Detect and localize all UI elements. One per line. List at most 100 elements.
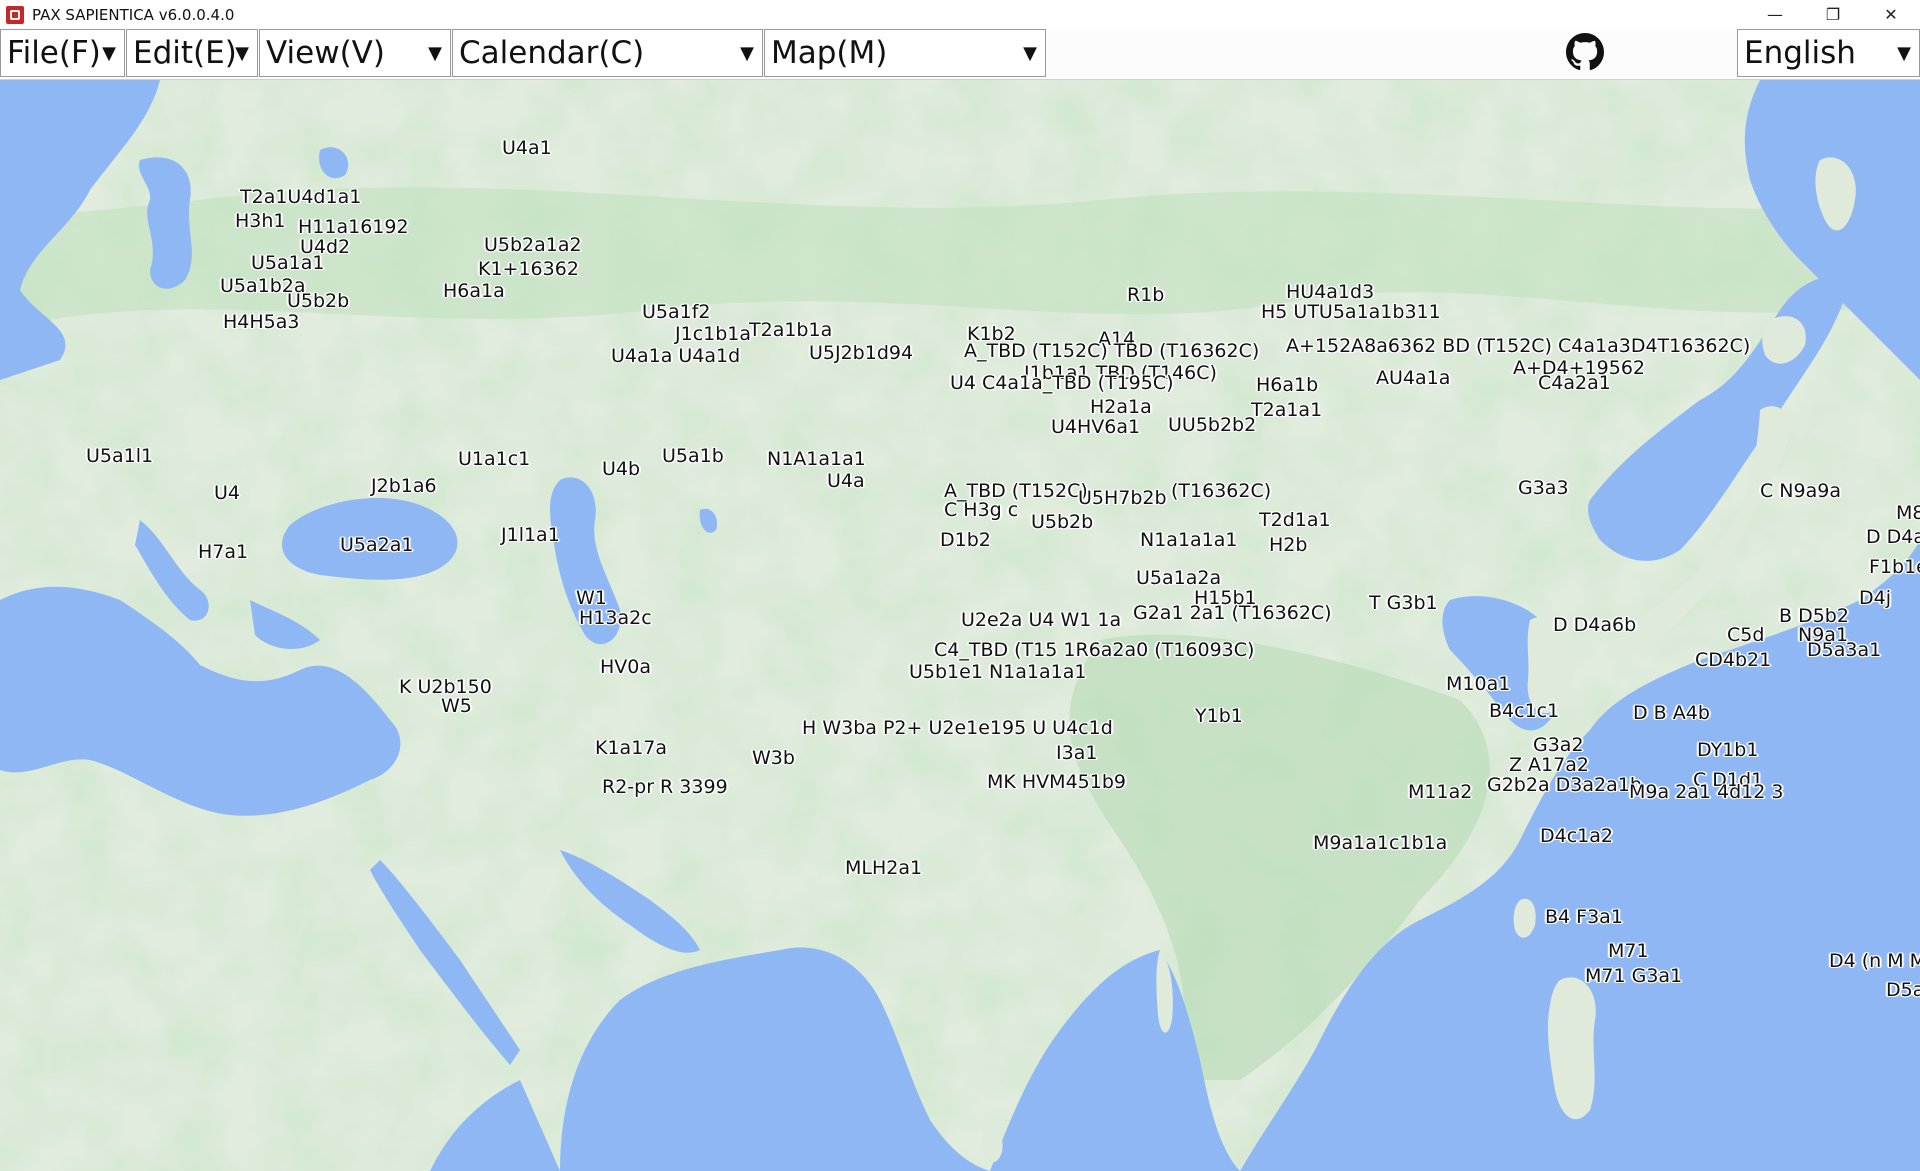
close-icon[interactable]: ✕ — [1862, 0, 1920, 29]
haplogroup-label: MLH2a1 — [845, 857, 923, 879]
haplogroup-label: D4 (n M M7a1 1, h, o) — [1829, 950, 1920, 972]
haplogroup-label: Y1b1 — [1195, 705, 1243, 727]
menu-bar: File(F) ▼ Edit(E) ▼ View(V) ▼ Calendar(C… — [0, 29, 1920, 80]
haplogroup-label: HU4a1d3 — [1286, 281, 1375, 303]
minimize-icon[interactable]: — — [1746, 0, 1804, 29]
haplogroup-label: D4j — [1859, 587, 1891, 609]
restore-icon[interactable]: ❐ — [1804, 0, 1862, 29]
chevron-down-icon: ▼ — [1023, 43, 1037, 64]
haplogroup-label: U4a — [827, 470, 865, 492]
haplogroup-label: T G3b1 — [1369, 592, 1438, 614]
haplogroup-label: F1b1e — [1869, 556, 1920, 578]
haplogroup-label: U5a1l1 — [86, 445, 154, 467]
haplogroup-label: MK HVM451b9 — [987, 771, 1126, 793]
haplogroup-label: HV0a — [600, 656, 652, 678]
haplogroup-label: M11a2 — [1408, 781, 1473, 803]
haplogroup-label: (T16362C) — [1171, 480, 1272, 502]
haplogroup-label: D D4a6b — [1553, 614, 1637, 636]
haplogroup-label: T2d1a1 — [1259, 509, 1331, 531]
haplogroup-label: W3b — [752, 747, 795, 769]
chevron-down-icon: ▼ — [1897, 43, 1911, 64]
haplogroup-label: H2a1a — [1090, 396, 1152, 418]
edit-menu[interactable]: Edit(E) ▼ — [126, 29, 258, 77]
haplogroup-label: G3a2 — [1533, 734, 1584, 756]
language-select-label: English — [1744, 35, 1856, 71]
haplogroup-label: G3a3 — [1518, 477, 1569, 499]
haplogroup-label: B4c1c1 — [1489, 700, 1560, 722]
haplogroup-label: U4 — [214, 482, 240, 504]
haplogroup-label: M71 — [1608, 940, 1649, 962]
haplogroup-label: M10a1 — [1446, 673, 1511, 695]
haplogroup-label: C4a2a1 — [1538, 372, 1611, 394]
haplogroup-label: M8 — [1896, 502, 1920, 524]
haplogroup-label: R2-pr R 3399 — [602, 776, 728, 798]
haplogroup-label: H13a2c — [579, 607, 652, 629]
haplogroup-label: T2a1a1 — [1251, 399, 1323, 421]
haplogroup-label: U4a1 — [502, 137, 552, 159]
haplogroup-label: U5H7b2b — [1078, 487, 1167, 509]
haplogroup-label: DY1b1 — [1697, 739, 1759, 761]
haplogroup-label: U4b — [602, 458, 641, 480]
file-menu-label: File(F) — [7, 35, 101, 71]
haplogroup-label: N1A1a1a1 — [767, 448, 866, 470]
haplogroup-label: T2a1U4d1a1 — [240, 186, 362, 208]
haplogroup-label: H5 UTU5a1a1b311 — [1261, 301, 1441, 323]
haplogroup-label: H6a1a — [443, 280, 505, 302]
haplogroup-label: A+152A8a6362 BD (T152C) C4a1a3D4T16362C) — [1286, 335, 1751, 357]
haplogroup-label: C N9a9a — [1760, 480, 1841, 502]
language-select[interactable]: English ▼ — [1737, 29, 1920, 77]
haplogroup-label: U4a1a U4a1d — [611, 345, 741, 367]
map-menu[interactable]: Map(M) ▼ — [764, 29, 1046, 77]
haplogroup-label: T2a1b1a — [749, 319, 833, 341]
haplogroup-label: J2b1a6 — [371, 475, 437, 497]
view-menu-label: View(V) — [266, 35, 385, 71]
window-title: PAX SAPIENTICA v6.0.0.4.0 — [32, 5, 235, 24]
haplogroup-label: J1c1b1a — [675, 323, 752, 345]
haplogroup-label: W1 — [576, 587, 607, 609]
haplogroup-label: U2e2a U4 W1 1a — [961, 609, 1122, 631]
haplogroup-label: U5b1e1 N1a1a1a1 — [909, 661, 1087, 683]
haplogroup-label: U1a1c1 — [458, 448, 531, 470]
edit-menu-label: Edit(E) — [133, 35, 237, 71]
haplogroup-label: N1a1a1a1 — [1140, 529, 1238, 551]
haplogroup-label: H2b — [1269, 534, 1308, 556]
haplogroup-label: I3a1 — [1056, 742, 1098, 764]
haplogroup-label: D1b2 — [940, 529, 991, 551]
map-menu-label: Map(M) — [771, 35, 888, 71]
haplogroup-label: W5 — [441, 695, 472, 717]
haplogroup-label: H6a1b — [1256, 374, 1319, 396]
haplogroup-label: H4H5a3 — [223, 311, 300, 333]
haplogroup-label: U5a1b — [662, 445, 724, 467]
haplogroup-label: D B A4b — [1633, 702, 1710, 724]
haplogroup-label: U5b2b — [1031, 511, 1094, 533]
haplogroup-label: H3h1 — [235, 210, 286, 232]
haplogroup-label: D5a3a1 — [1807, 639, 1882, 661]
title-bar: PAX SAPIENTICA v6.0.0.4.0 — ❐ ✕ — [0, 0, 1920, 29]
haplogroup-label: M9a1a1c1b1a — [1313, 832, 1448, 854]
haplogroup-label: U5a1a1 — [251, 252, 325, 274]
file-menu[interactable]: File(F) ▼ — [0, 29, 125, 77]
haplogroup-label: J1l1a1 — [501, 524, 560, 546]
haplogroup-label: C5d — [1727, 624, 1765, 646]
view-menu[interactable]: View(V) ▼ — [259, 29, 451, 77]
calendar-menu[interactable]: Calendar(C) ▼ — [452, 29, 763, 77]
github-icon[interactable] — [1566, 33, 1604, 71]
haplogroup-label: H W3ba P2+ U2e1e195 U U4c1d — [802, 717, 1113, 739]
haplogroup-label: A_TBD (T152C) TBD (T16362C) — [964, 340, 1260, 362]
map-view[interactable]: U4a1 T2a1U4d1a1 H3h1 H11a16192 U4d2 U5a1a1 U5b… — [0, 80, 1920, 1171]
chevron-down-icon: ▼ — [428, 43, 442, 64]
haplogroup-label: K1+16362 — [478, 258, 579, 280]
haplogroup-label: M71 G3a1 — [1585, 965, 1683, 987]
haplogroup-label: C H3g c — [944, 499, 1019, 521]
haplogroup-label: D5a1a1 — [1886, 979, 1920, 1001]
haplogroup-label: U5J2b1d94 — [809, 342, 914, 364]
haplogroup-label: U4 C4a1a_TBD (T195C) — [950, 372, 1174, 394]
calendar-menu-label: Calendar(C) — [459, 35, 645, 71]
haplogroup-label: CD4b21 — [1695, 649, 1772, 671]
haplogroup-label: UU5b2b2 — [1168, 414, 1257, 436]
haplogroup-label: Z A17a2 — [1509, 754, 1589, 776]
haplogroup-label: B4 F3a1 — [1545, 906, 1623, 928]
haplogroup-label: U5a1a2a — [1136, 567, 1222, 589]
haplogroup-label: D4c1a2 — [1540, 825, 1613, 847]
haplogroup-label: K1a17a — [595, 737, 668, 759]
